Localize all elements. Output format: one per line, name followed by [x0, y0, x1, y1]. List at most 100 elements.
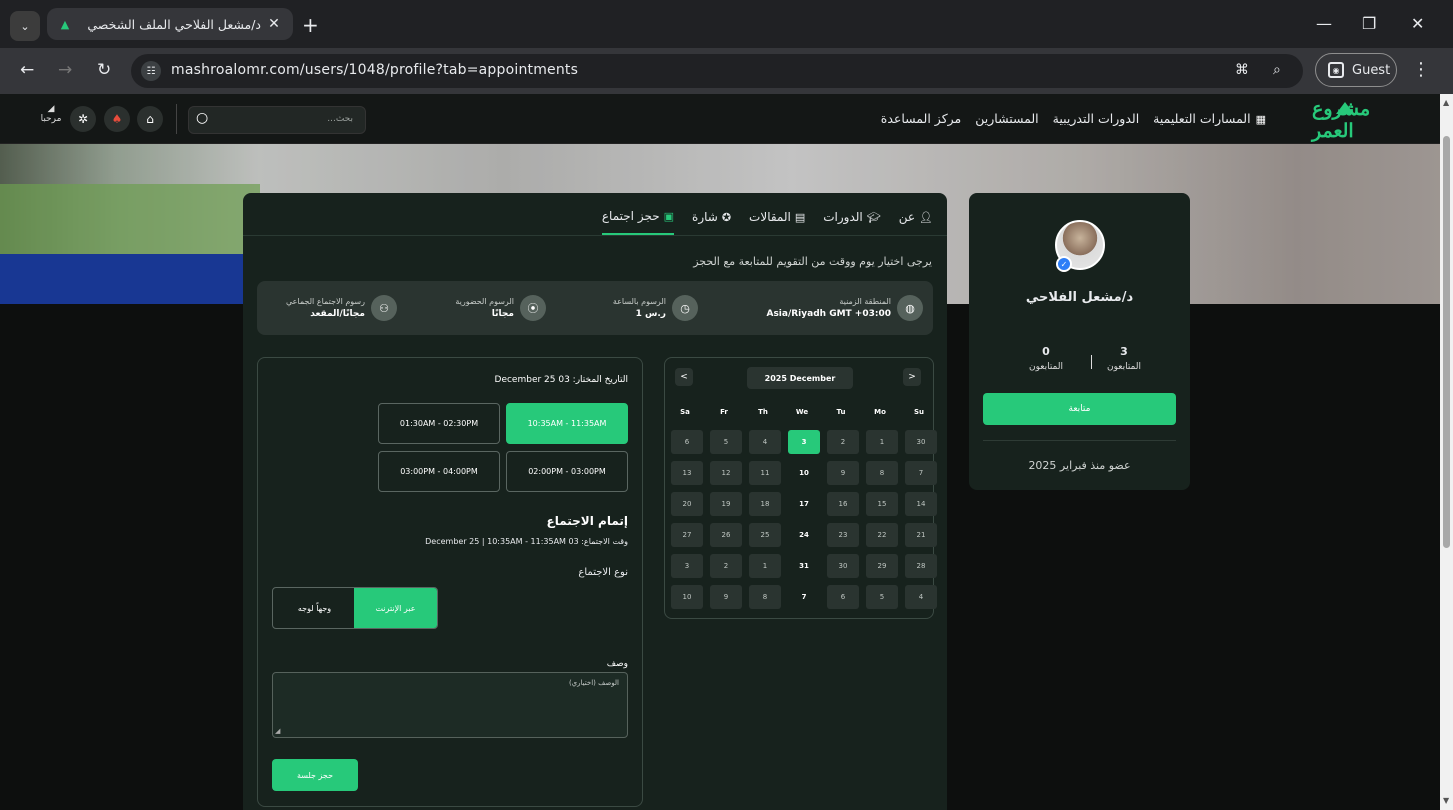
- translate-icon[interactable]: ⌘: [1235, 62, 1249, 78]
- time-slot[interactable]: 10:35AM - 11:35AM: [506, 403, 628, 444]
- time-slot[interactable]: 02:00PM - 03:00PM: [506, 451, 628, 492]
- calendar-day[interactable]: 2: [827, 430, 859, 454]
- calendar-day[interactable]: 9: [827, 461, 859, 485]
- calendar-day[interactable]: 22: [866, 523, 898, 547]
- back-icon[interactable]: ←: [20, 60, 34, 80]
- follow-button[interactable]: متابعة: [983, 393, 1176, 425]
- calendar-day[interactable]: 1: [866, 430, 898, 454]
- calendar-day[interactable]: 13: [671, 461, 703, 485]
- calendar-day[interactable]: 7: [905, 461, 937, 485]
- tab-search-button[interactable]: ⌄: [10, 11, 40, 41]
- browser-tab[interactable]: ▲ د/مشعل الفلاحي الملف الشخصي ✕: [47, 8, 293, 40]
- nav-courses[interactable]: الدورات التدريبية: [1053, 111, 1140, 126]
- calendar-day[interactable]: 10: [788, 461, 820, 485]
- nav-consultants[interactable]: المستشارين: [975, 111, 1038, 126]
- calendar-day[interactable]: 31: [788, 554, 820, 578]
- calendar-day[interactable]: 14: [905, 492, 937, 516]
- calendar-day[interactable]: 1: [749, 554, 781, 578]
- calendar-day[interactable]: 30: [905, 430, 937, 454]
- calendar-day[interactable]: 3: [671, 554, 703, 578]
- book-session-button[interactable]: حجز جلسة: [272, 759, 358, 791]
- calendar-day[interactable]: 27: [671, 523, 703, 547]
- search-placeholder: بحث...: [327, 114, 353, 124]
- tab-courses[interactable]: 🎓︎ الدورات: [823, 209, 880, 235]
- calendar-day[interactable]: 10: [671, 585, 703, 609]
- minimize-icon[interactable]: —: [1316, 14, 1332, 33]
- calendar-day[interactable]: 20: [671, 492, 703, 516]
- description-textarea[interactable]: الوصف (اختياري) ◢: [272, 672, 628, 738]
- calendar-day[interactable]: 6: [671, 430, 703, 454]
- site-search[interactable]: بحث... ○: [188, 106, 366, 134]
- calendar-day[interactable]: 19: [710, 492, 742, 516]
- calendar-day[interactable]: 23: [827, 523, 859, 547]
- tab-book-meeting[interactable]: ▣ حجز اجتماع: [601, 209, 675, 235]
- calendar-day[interactable]: 4: [749, 430, 781, 454]
- calendar-day[interactable]: 21: [905, 523, 937, 547]
- resize-grip-icon[interactable]: ◢: [275, 727, 280, 735]
- calendar-day[interactable]: 16: [827, 492, 859, 516]
- tab-articles[interactable]: ▤ المقالات: [749, 209, 805, 235]
- calendar-day[interactable]: 11: [749, 461, 781, 485]
- profile-divider: [983, 440, 1176, 441]
- calendar-day[interactable]: 25: [749, 523, 781, 547]
- calendar-day[interactable]: 2: [710, 554, 742, 578]
- nav-learning-paths[interactable]: ▦المسارات التعليمية: [1153, 111, 1266, 126]
- calendar-day[interactable]: 29: [866, 554, 898, 578]
- hourly-fee-info: ◷ الرسوم بالساعة 1 ر.س: [613, 291, 698, 325]
- calendar-day[interactable]: 18: [749, 492, 781, 516]
- new-tab-button[interactable]: +: [302, 13, 319, 37]
- booking-instructions: يرجى اختيار يوم ووقت من التقويم للمتابعة…: [693, 255, 932, 268]
- meeting-type-online[interactable]: عبر الإنترنت: [354, 588, 437, 628]
- calendar-day[interactable]: 17: [788, 492, 820, 516]
- time-slot[interactable]: 01:30AM - 02:30PM: [378, 403, 500, 444]
- notification-bell-icon[interactable]: ♠: [104, 106, 130, 132]
- tab-close-icon[interactable]: ✕: [265, 15, 283, 33]
- forward-icon[interactable]: →: [58, 60, 72, 80]
- theme-toggle-icon[interactable]: ✲: [70, 106, 96, 132]
- calendar-day[interactable]: 8: [866, 461, 898, 485]
- booking-calendar: < 2025 December > Su Mo Tu We Th Fr Sa 30 1 2 3 4 5 6…: [664, 357, 937, 619]
- browser-menu-icon[interactable]: ⋮: [1412, 59, 1430, 80]
- tab-about[interactable]: 👤︎ عن: [899, 209, 933, 235]
- calendar-day[interactable]: 12: [710, 461, 742, 485]
- reload-icon[interactable]: ↻: [97, 60, 111, 80]
- nav-help-center[interactable]: مركز المساعدة: [881, 111, 961, 126]
- scroll-down-icon[interactable]: ▼: [1443, 796, 1449, 805]
- calendar-day[interactable]: 30: [827, 554, 859, 578]
- tab-badges[interactable]: ✪ شارة: [692, 209, 731, 235]
- close-window-icon[interactable]: ✕: [1411, 14, 1424, 33]
- meeting-type-inperson[interactable]: وجهاً لوجه: [273, 588, 356, 628]
- page-scrollbar[interactable]: ▲ ▼: [1440, 94, 1453, 810]
- scrollbar-thumb[interactable]: [1443, 136, 1450, 548]
- calendar-day[interactable]: 7: [788, 585, 820, 609]
- calendar-day[interactable]: 6: [827, 585, 859, 609]
- restore-icon[interactable]: ❐: [1362, 14, 1376, 33]
- calendar-day[interactable]: 15: [866, 492, 898, 516]
- followers-stat[interactable]: 0 المتابعون: [1021, 345, 1071, 372]
- calendar-day[interactable]: 5: [710, 430, 742, 454]
- site-logo[interactable]: مشروع العمر: [1312, 98, 1402, 142]
- badge-icon: ✪: [721, 210, 732, 224]
- zoom-icon[interactable]: ⌕: [1273, 62, 1281, 78]
- calendar-day[interactable]: 9: [710, 585, 742, 609]
- search-icon[interactable]: ○: [196, 110, 208, 126]
- hourly-fee-value: 1 ر.س: [635, 309, 666, 319]
- calendar-next-button[interactable]: >: [903, 368, 921, 386]
- calendar-day[interactable]: 28: [905, 554, 937, 578]
- user-menu[interactable]: ◢ مرحبا: [36, 104, 66, 124]
- profile-guest-button[interactable]: ◉ Guest: [1315, 53, 1397, 87]
- cart-icon[interactable]: ⌂: [137, 106, 163, 132]
- following-stat[interactable]: 3 المتابعون: [1099, 345, 1149, 372]
- calendar-day[interactable]: 3: [788, 430, 820, 454]
- address-bar[interactable]: ☷ mashroalomr.com/users/1048/profile?tab…: [131, 54, 1303, 88]
- site-info-icon[interactable]: ☷: [141, 61, 161, 81]
- calendar-prev-button[interactable]: <: [675, 368, 693, 386]
- calendar-month-label[interactable]: 2025 December: [747, 367, 853, 389]
- calendar-day[interactable]: 5: [866, 585, 898, 609]
- calendar-day[interactable]: 24: [788, 523, 820, 547]
- calendar-day[interactable]: 4: [905, 585, 937, 609]
- calendar-day[interactable]: 8: [749, 585, 781, 609]
- calendar-day[interactable]: 26: [710, 523, 742, 547]
- time-slot[interactable]: 03:00PM - 04:00PM: [378, 451, 500, 492]
- scroll-up-icon[interactable]: ▲: [1443, 98, 1449, 107]
